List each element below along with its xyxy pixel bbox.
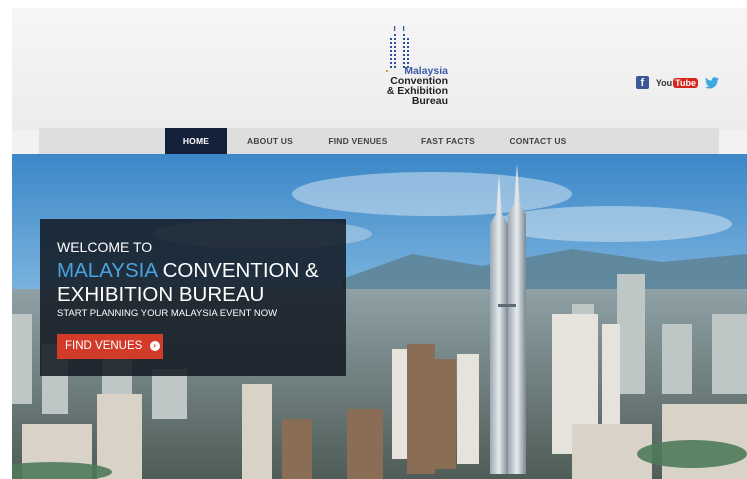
nav-about-us[interactable]: ABOUT US — [235, 128, 305, 154]
welcome-panel: WELCOME TO MALAYSIA CONVENTION & EXHIBIT… — [40, 219, 346, 376]
nav-contact-us[interactable]: CONTACT US — [499, 128, 577, 154]
youtube-icon[interactable]: You Tube — [655, 77, 698, 88]
twitter-icon[interactable] — [705, 76, 719, 89]
youtube-tube-text: Tube — [673, 77, 698, 88]
find-venues-button[interactable]: FIND VENUES › — [57, 334, 163, 359]
logo-line-4: Bureau — [411, 95, 448, 107]
find-venues-button-label: FIND VENUES — [65, 340, 143, 352]
chevron-right-icon: › — [149, 340, 160, 351]
main-nav: HOME ABOUT US FIND VENUES FAST FACTS CON… — [39, 128, 719, 154]
youtube-you-text: You — [655, 77, 673, 88]
site-logo[interactable]: Malaysia Convention & Exhibition Bureau — [338, 24, 458, 116]
hero-title-part-2: EXHIBITION BUREAU — [57, 283, 265, 306]
hero-title-highlight: MALAYSIA — [57, 259, 157, 282]
social-links: f You Tube — [635, 76, 719, 89]
hero-banner: WELCOME TO MALAYSIA CONVENTION & EXHIBIT… — [12, 154, 747, 479]
header: Malaysia Convention & Exhibition Bureau … — [12, 8, 747, 130]
page: Malaysia Convention & Exhibition Bureau … — [12, 8, 747, 479]
nav-find-venues[interactable]: FIND VENUES — [319, 128, 397, 154]
logo-text: Malaysia Convention & Exhibition Bureau — [338, 66, 448, 107]
facebook-icon[interactable]: f — [635, 76, 649, 89]
hero-tagline: START PLANNING YOUR MALAYSIA EVENT NOW — [57, 308, 278, 319]
welcome-text: WELCOME TO — [57, 239, 153, 255]
hero-title-part-1: CONVENTION & — [162, 259, 319, 282]
nav-home[interactable]: HOME — [165, 128, 227, 154]
hero-title: MALAYSIA CONVENTION & EXHIBITION BUREAU — [57, 259, 342, 307]
nav-fast-facts[interactable]: FAST FACTS — [411, 128, 485, 154]
